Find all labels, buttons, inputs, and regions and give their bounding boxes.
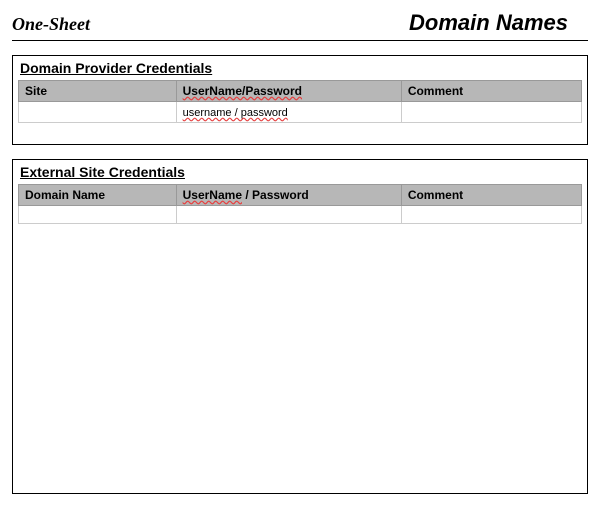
provider-panel-title: Domain Provider Credentials [18, 60, 582, 76]
external-panel-title: External Site Credentials [18, 164, 582, 180]
provider-table-header-row: Site UserName/Password Comment [19, 81, 582, 102]
external-header-comment: Comment [401, 185, 581, 206]
external-header-domain: Domain Name [19, 185, 177, 206]
external-cell-comment [401, 206, 581, 224]
header-right: Domain Names [409, 10, 568, 36]
external-header-userpw: UserName / Password [176, 185, 401, 206]
provider-credentials-panel: Domain Provider Credentials Site UserNam… [12, 55, 588, 145]
external-cell-domain [19, 206, 177, 224]
provider-cell-site [19, 102, 177, 123]
external-cell-userpw [176, 206, 401, 224]
table-row: username / password [19, 102, 582, 123]
external-credentials-panel: External Site Credentials Domain Name Us… [12, 159, 588, 494]
provider-cell-comment [401, 102, 581, 123]
header-left: One-Sheet [12, 14, 90, 35]
provider-table: Site UserName/Password Comment username … [18, 80, 582, 123]
external-table: Domain Name UserName / Password Comment [18, 184, 582, 224]
external-table-header-row: Domain Name UserName / Password Comment [19, 185, 582, 206]
provider-header-site: Site [19, 81, 177, 102]
table-row [19, 206, 582, 224]
page-header: One-Sheet Domain Names [12, 10, 588, 41]
provider-header-comment: Comment [401, 81, 581, 102]
spacer [18, 123, 582, 131]
provider-header-userpw: UserName/Password [176, 81, 401, 102]
provider-cell-userpw: username / password [176, 102, 401, 123]
